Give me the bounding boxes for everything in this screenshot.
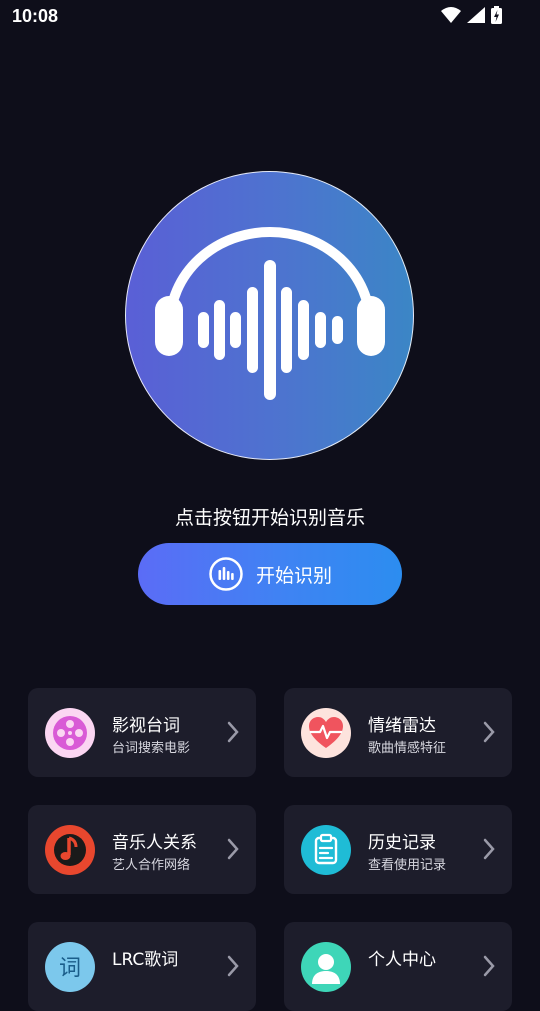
- user-icon: [301, 942, 351, 992]
- feature-title: 情绪雷达: [368, 716, 436, 736]
- recognize-prompt: 点击按钮开始识别音乐: [174, 507, 365, 529]
- heartbeat-icon: [301, 708, 351, 758]
- feature-title: LRC歌词: [112, 950, 179, 970]
- start-recognition-button[interactable]: 开始识别: [138, 543, 402, 605]
- chevron-right-icon: [483, 838, 495, 860]
- feature-title: 音乐人关系: [112, 833, 197, 853]
- feature-title: 历史记录: [368, 833, 436, 853]
- chevron-right-icon: [227, 955, 239, 977]
- status-time: 10:08: [12, 6, 59, 26]
- battery-icon: [491, 6, 502, 24]
- lyrics-icon: 词: [45, 942, 95, 992]
- feature-card-movie-lines[interactable]: 影视台词 台词搜索电影: [28, 688, 256, 777]
- feature-card-lrc-lyrics[interactable]: 词 LRC歌词: [28, 922, 256, 1011]
- status-bar: 10:08: [0, 0, 540, 36]
- status-icons: [441, 6, 502, 24]
- feature-title: 个人中心: [368, 950, 436, 970]
- start-recognition-label: 开始识别: [255, 564, 332, 587]
- wifi-icon: [441, 7, 461, 23]
- feature-title: 影视台词: [112, 716, 180, 736]
- chevron-right-icon: [483, 721, 495, 743]
- feature-card-musician-relations[interactable]: 音乐人关系 艺人合作网络: [28, 805, 256, 894]
- film-reel-icon: [45, 708, 95, 758]
- feature-subtitle: 艺人合作网络: [112, 858, 191, 873]
- chevron-right-icon: [483, 955, 495, 977]
- feature-subtitle: 查看使用记录: [368, 858, 447, 873]
- headphones-waveform-icon: [155, 227, 385, 400]
- recognize-hero-circle[interactable]: [125, 171, 414, 460]
- feature-subtitle: 歌曲情感特征: [368, 741, 447, 756]
- audio-bars-icon: [209, 557, 243, 591]
- chevron-right-icon: [227, 721, 239, 743]
- music-note-icon: [45, 825, 95, 875]
- feature-card-emotion-radar[interactable]: 情绪雷达 歌曲情感特征: [284, 688, 512, 777]
- feature-card-profile[interactable]: 个人中心: [284, 922, 512, 1011]
- chevron-right-icon: [227, 838, 239, 860]
- feature-card-history[interactable]: 历史记录 查看使用记录: [284, 805, 512, 894]
- signal-icon: [467, 7, 485, 23]
- clipboard-icon: [301, 825, 351, 875]
- feature-subtitle: 台词搜索电影: [112, 741, 191, 756]
